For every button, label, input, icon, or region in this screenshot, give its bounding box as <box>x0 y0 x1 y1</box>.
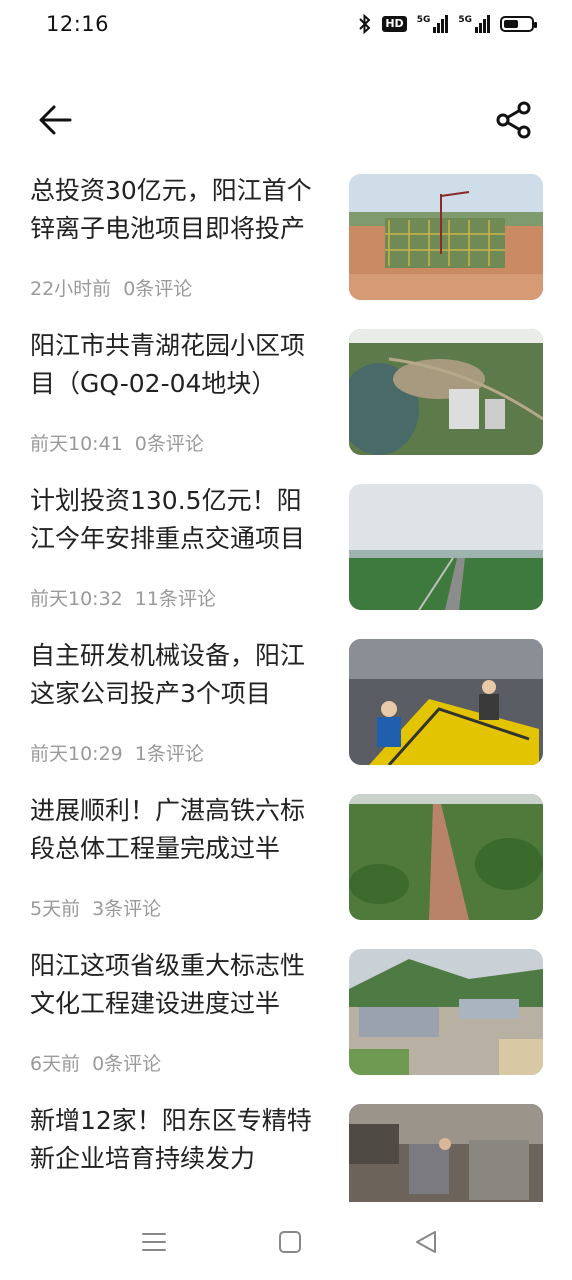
article-title: 新增12家！阳东区专精特新企业培育持续发力 <box>30 1106 312 1173</box>
article-meta: 前天10:41 0条评论 <box>30 429 204 456</box>
article-title: 进展顺利！广湛高铁六标段总体工程量完成过半 <box>30 796 306 863</box>
article-time: 前天10:29 <box>30 743 123 765</box>
article-item[interactable]: 自主研发机械设备，阳江这家公司投产3个项目 前天10:29 1条评论 <box>0 635 572 790</box>
article-thumbnail[interactable] <box>349 949 543 1075</box>
article-list[interactable]: 总投资30亿元，阳江首个锌离子电池项目即将投产 22小时前 0条评论 阳江市共青… <box>0 170 572 1202</box>
signal-5g-icon-2: 5G <box>458 15 490 33</box>
article-comments: 0条评论 <box>134 433 204 455</box>
article-item[interactable]: 阳江市共青湖花园小区项目（GQ-02-04地块） 前天10:41 0条评论 <box>0 325 572 480</box>
article-time: 22小时前 <box>30 278 112 300</box>
recent-apps-button[interactable] <box>134 1222 174 1262</box>
article-thumbnail[interactable] <box>349 639 543 765</box>
back-button[interactable] <box>32 98 82 142</box>
article-comments: 11条评论 <box>134 588 216 610</box>
status-icons: HD 5G 5G <box>358 14 537 34</box>
article-item[interactable]: 进展顺利！广湛高铁六标段总体工程量完成过半 5天前 3条评论 <box>0 790 572 945</box>
home-button[interactable] <box>270 1222 310 1262</box>
article-meta: 前天10:29 1条评论 <box>30 739 204 766</box>
article-thumbnail[interactable] <box>349 329 543 455</box>
article-meta: 前天10:32 11条评论 <box>30 584 216 611</box>
article-comments: 0条评论 <box>92 1053 162 1075</box>
status-bar: 12:16 HD 5G 5G <box>0 0 572 52</box>
article-title: 阳江市共青湖花园小区项目（GQ-02-04地块） <box>30 331 306 398</box>
bluetooth-icon <box>358 14 372 34</box>
article-title: 总投资30亿元，阳江首个锌离子电池项目即将投产 <box>30 176 312 243</box>
share-button[interactable] <box>492 98 536 142</box>
article-thumbnail[interactable] <box>349 174 543 300</box>
article-time: 前天10:41 <box>30 433 123 455</box>
article-time: 6天前 <box>30 1053 81 1075</box>
hd-voice-icon: HD <box>382 16 407 32</box>
article-time: 5天前 <box>30 898 81 920</box>
share-icon <box>496 101 531 139</box>
article-item[interactable]: 总投资30亿元，阳江首个锌离子电池项目即将投产 22小时前 0条评论 <box>0 170 572 325</box>
article-thumbnail[interactable] <box>349 1104 543 1202</box>
article-comments: 0条评论 <box>123 278 193 300</box>
article-title: 计划投资130.5亿元！阳江今年安排重点交通项目 <box>30 486 306 553</box>
article-title: 自主研发机械设备，阳江这家公司投产3个项目 <box>30 641 306 708</box>
article-meta: 5天前 3条评论 <box>30 894 161 921</box>
article-comments: 3条评论 <box>92 898 162 920</box>
battery-icon <box>500 16 537 32</box>
system-nav-bar <box>0 1202 572 1280</box>
article-thumbnail[interactable] <box>349 794 543 920</box>
article-item[interactable]: 新增12家！阳东区专精特新企业培育持续发力 <box>0 1100 572 1202</box>
home-icon <box>279 1231 301 1253</box>
article-item[interactable]: 计划投资130.5亿元！阳江今年安排重点交通项目 前天10:32 11条评论 <box>0 480 572 635</box>
article-title: 阳江这项省级重大标志性文化工程建设进度过半 <box>30 951 306 1018</box>
top-bar <box>0 90 572 150</box>
article-thumbnail[interactable] <box>349 484 543 610</box>
back-triangle-icon <box>416 1231 436 1253</box>
system-back-button[interactable] <box>406 1222 446 1262</box>
article-time: 前天10:32 <box>30 588 123 610</box>
arrow-left-icon <box>39 105 72 135</box>
article-item[interactable]: 阳江这项省级重大标志性文化工程建设进度过半 6天前 0条评论 <box>0 945 572 1100</box>
menu-icon <box>142 1233 166 1251</box>
article-meta: 22小时前 0条评论 <box>30 274 192 301</box>
status-time: 12:16 <box>46 12 110 36</box>
signal-5g-icon-1: 5G <box>417 15 449 33</box>
article-comments: 1条评论 <box>134 743 204 765</box>
article-meta: 6天前 0条评论 <box>30 1049 161 1076</box>
